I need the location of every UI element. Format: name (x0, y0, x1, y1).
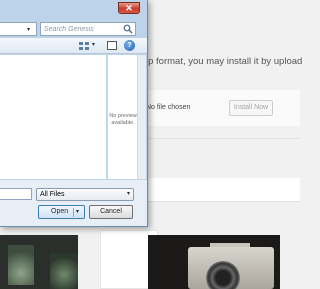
dialog-footer: All Files ▾ Open ▾ Cancel (0, 180, 147, 226)
close-icon: ✕ (125, 3, 133, 13)
divider (140, 138, 300, 139)
file-type-select[interactable]: All Files ▾ (36, 188, 134, 201)
open-button-label: Open (51, 208, 69, 215)
address-bar[interactable]: ▾ (0, 22, 37, 36)
upload-instruction-text: ip format, you may install it by upload (146, 56, 303, 67)
preview-pane: No preview available. (107, 55, 137, 179)
help-icon[interactable]: ? (124, 40, 135, 51)
plant-image (8, 245, 34, 285)
chevron-down-icon[interactable]: ▾ (27, 26, 30, 33)
view-options-chevron-icon[interactable]: ▾ (92, 41, 95, 48)
search-field[interactable] (40, 22, 136, 36)
no-preview-text: No preview available. (109, 113, 137, 126)
theme-card-camera[interactable] (148, 235, 280, 289)
theme-card-plants[interactable] (0, 235, 78, 289)
theme-cards (0, 220, 300, 289)
search-input[interactable] (41, 23, 123, 35)
search-icon[interactable] (123, 24, 133, 34)
plant-image (50, 253, 78, 289)
scrollbar[interactable] (137, 55, 146, 179)
install-now-button[interactable]: Install Now (229, 100, 273, 116)
file-open-dialog: ✕ ▾ ▾ ? No preview available. All Files … (0, 0, 148, 227)
preview-pane-icon[interactable] (107, 41, 117, 50)
camera-lens-image (206, 261, 240, 289)
chevron-down-icon[interactable]: ▾ (76, 206, 79, 218)
no-file-chosen-label: No file chosen (146, 104, 191, 111)
change-view-icon[interactable] (78, 41, 90, 51)
file-name-field[interactable] (0, 188, 32, 200)
cancel-button[interactable]: Cancel (89, 205, 133, 219)
open-button[interactable]: Open ▾ (38, 205, 85, 219)
file-type-value: All Files (40, 191, 65, 198)
file-list[interactable] (0, 55, 106, 179)
dialog-toolbar: ▾ ? (0, 38, 147, 54)
chevron-down-icon: ▾ (126, 191, 130, 197)
divider (73, 208, 74, 217)
close-button[interactable]: ✕ (118, 2, 140, 14)
